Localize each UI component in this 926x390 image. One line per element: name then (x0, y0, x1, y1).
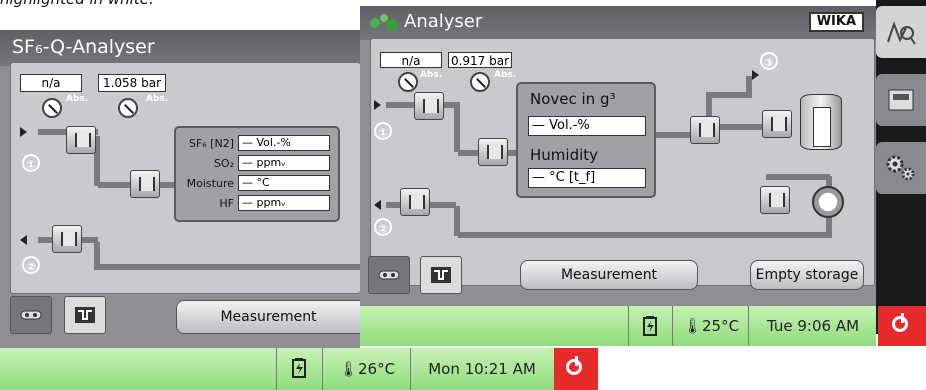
gauge1-abs-label: Abs. (66, 94, 89, 104)
map-icon (75, 307, 95, 323)
page-caption: highlighted in white. (0, 0, 154, 8)
temperature: 25°C (701, 317, 740, 335)
reading-value: — ppmᵥ (238, 195, 330, 211)
pressure-gauge-icon (42, 98, 62, 118)
temperature-cell: 🌡25°C (674, 306, 748, 346)
valve-icon[interactable] (66, 126, 96, 154)
reading-label: SF₆ [N2] (188, 137, 234, 150)
divider (748, 306, 749, 346)
gauge2-value: 0.917 bar (448, 52, 512, 68)
marker-3: ③ (760, 52, 778, 70)
valve-icon[interactable] (400, 188, 430, 216)
valve-icon[interactable] (52, 225, 82, 253)
temperature-cell: 🌡26°C (324, 348, 410, 390)
novec-label: Novec in g³ (530, 90, 616, 108)
flow-view-icon (20, 310, 42, 320)
gauge1-abs-label: Abs. (420, 70, 443, 80)
marker-2: ② (22, 256, 40, 274)
status-bar: 🌡26°C Mon 10:21 AM (0, 348, 598, 390)
thermometer-icon: 🌡 (682, 317, 702, 335)
divider (628, 306, 629, 346)
power-icon-stem (575, 356, 578, 366)
status-bar: 🌡25°C Tue 9:06 AM (360, 306, 876, 346)
analyse-icon (887, 21, 916, 45)
reading-value: — ppmᵥ (238, 155, 330, 171)
map-button[interactable] (420, 256, 462, 294)
flow-view-icon (378, 270, 400, 280)
power-icon-stem (901, 313, 904, 323)
outlet-arrow-icon (374, 200, 381, 210)
novec-value: — Vol.-% (528, 116, 646, 136)
reading-label: Moisture (186, 177, 234, 190)
gauge1-value: n/a (380, 52, 442, 68)
inlet-arrow-icon (20, 127, 27, 137)
reading-value: — °C (238, 175, 330, 191)
reading-label: SO₂ (213, 157, 234, 170)
gauge2-abs-label: Abs. (494, 70, 517, 80)
analyse-tab[interactable] (876, 6, 926, 58)
thermometer-icon: 🌡 (338, 360, 358, 378)
marker-1: ① (374, 122, 392, 140)
marker-2: ② (374, 218, 392, 236)
measurement-button[interactable]: Measurement (520, 260, 698, 290)
power-button[interactable] (878, 306, 926, 346)
valve-icon[interactable] (130, 170, 160, 198)
front-window: Analyser WIKA n/a 0.917 bar Abs. Abs. ① … (360, 6, 876, 334)
temperature: 26°C (357, 360, 396, 378)
right-sidebar (876, 0, 926, 334)
divider (276, 348, 277, 390)
power-button[interactable] (554, 348, 598, 390)
storage-tank-icon (800, 94, 842, 150)
storage-tab[interactable] (876, 74, 926, 126)
datetime: Mon 10:21 AM (428, 360, 536, 378)
humidity-value: — °C [t_f] (528, 168, 646, 188)
pump-icon[interactable] (812, 186, 844, 218)
valve-icon[interactable] (478, 138, 508, 166)
valve-icon[interactable] (690, 116, 720, 144)
divider (672, 306, 673, 346)
measurement-button[interactable]: Measurement (176, 300, 360, 334)
outlet-3-arrow-icon (752, 70, 759, 80)
pressure-gauge-icon (470, 72, 490, 92)
inlet-arrow-icon (374, 100, 381, 110)
flow-view-button[interactable] (368, 256, 410, 294)
pipe-to-3 (706, 92, 746, 98)
marker-1: ① (22, 154, 40, 172)
return-pipe (98, 264, 360, 270)
molecule-logo-icon (370, 14, 398, 31)
valve-icon[interactable] (414, 92, 444, 120)
return-pipe (458, 232, 832, 238)
map-icon (431, 267, 451, 283)
battery-icon (278, 348, 320, 390)
gears-icon (886, 155, 915, 181)
back-window: SF₆-Q-Analyser n/a 1.058 bar Abs. Abs. ①… (0, 30, 360, 348)
power-icon (892, 316, 908, 332)
settings-tab[interactable] (876, 142, 926, 194)
brand-logo: WIKA (808, 12, 864, 32)
pressure-gauge-icon (398, 72, 418, 92)
pipe-vertical (454, 102, 460, 152)
window-title: SF₆-Q-Analyser (0, 30, 360, 66)
gauge2-abs-label: Abs. (146, 94, 169, 104)
humidity-label: Humidity (530, 146, 599, 164)
battery-icon (630, 306, 670, 346)
gauge1-value: n/a (20, 74, 82, 92)
valve-icon[interactable] (760, 186, 790, 214)
map-button[interactable] (64, 296, 106, 334)
outlet-arrow-icon (20, 235, 27, 245)
gauge2-value: 1.058 bar (98, 74, 166, 92)
storage-tray-icon (888, 89, 914, 111)
power-icon (566, 359, 582, 375)
flow-view-button[interactable] (10, 296, 52, 334)
valve-icon[interactable] (762, 110, 792, 138)
window-title: Analyser (360, 6, 876, 40)
reading-value: — Vol.-% (238, 135, 330, 151)
reading-label: HF (219, 197, 234, 210)
divider (410, 348, 411, 390)
datetime: Tue 9:06 AM (766, 317, 860, 335)
pressure-gauge-icon (118, 98, 138, 118)
divider (322, 348, 323, 390)
pipe-pump-top (766, 174, 830, 180)
empty-storage-button[interactable]: Empty storage (750, 260, 864, 290)
